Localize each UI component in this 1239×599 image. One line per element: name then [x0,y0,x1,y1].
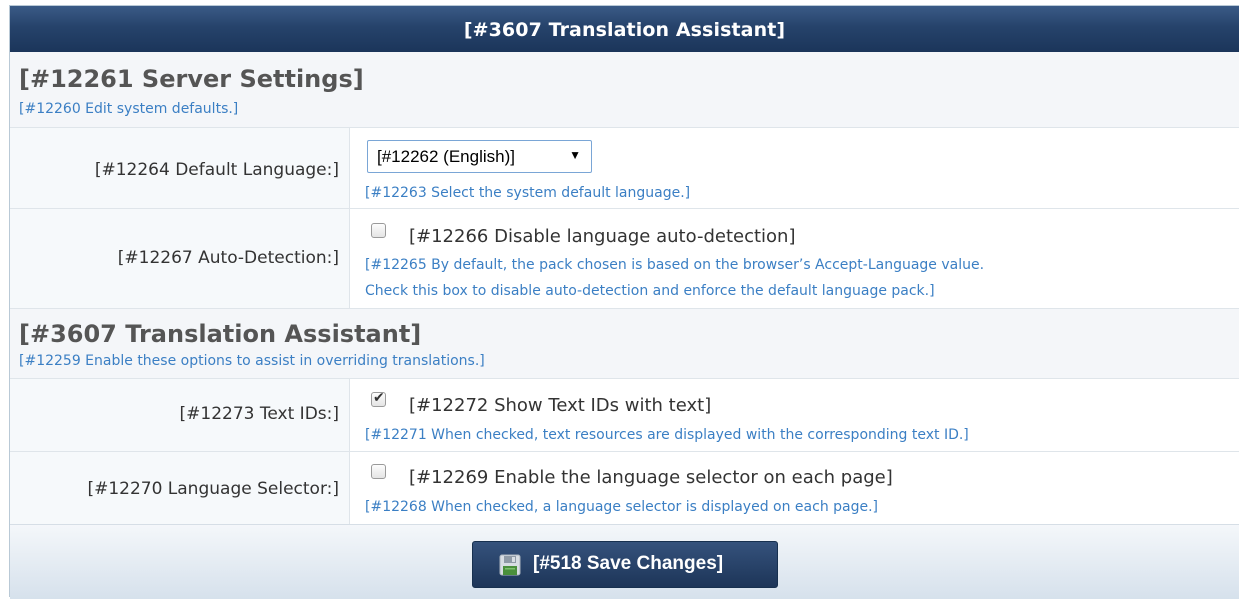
language-selector-row: [#12270 Language Selector:] [#12269 Enab… [10,451,1239,525]
translation-assistant-heading: [#3607 Translation Assistant] [19,320,422,348]
translation-assistant-panel: [#3607 Translation Assistant] [#12261 Se… [9,5,1239,599]
auto-detection-help-line2: Check this box to disable auto-detection… [365,283,935,299]
auto-detection-help-line1: [#12265 By default, the pack chosen is b… [365,257,985,273]
auto-detection-label: [#12267 Auto-Detection:] [117,248,339,268]
checkmark-icon: ✔ [373,390,385,406]
text-ids-label-cell: [#12273 Text IDs:] [10,379,350,452]
language-selector-value-cell: [#12269 Enable the language selector on … [351,452,1239,525]
default-language-label-cell: [#12264 Default Language:] [10,128,350,209]
panel-title: [#3607 Translation Assistant] [10,6,1239,52]
translation-assistant-section: [#3607 Translation Assistant] [#12259 En… [10,308,1239,379]
default-language-value-cell: [#12262 (English)] ▼ [#12263 Select the … [351,128,1239,209]
server-settings-subtitle: [#12260 Edit system defaults.] [19,101,239,117]
auto-detection-checkbox-label: [#12266 Disable language auto-detection] [409,226,796,247]
translation-assistant-subtitle: [#12259 Enable these options to assist i… [19,353,485,369]
default-language-label: [#12264 Default Language:] [94,160,339,180]
language-selector-checkbox[interactable] [371,464,386,479]
language-selector-label: [#12270 Language Selector:] [87,479,339,499]
save-changes-button[interactable]: [#518 Save Changes] [472,541,778,588]
language-selector-label-cell: [#12270 Language Selector:] [10,452,350,525]
default-language-selected: [#12262 (English)] [377,147,515,166]
text-ids-checkbox-label: [#12272 Show Text IDs with text] [409,395,712,416]
auto-detection-row: [#12267 Auto-Detection:] [#12266 Disable… [10,208,1239,309]
save-changes-label: [#518 Save Changes] [533,553,724,574]
server-settings-section: [#12261 Server Settings] [#12260 Edit sy… [10,52,1239,127]
default-language-select[interactable]: [#12262 (English)] ▼ [367,140,592,173]
text-ids-label: [#12273 Text IDs:] [179,404,339,424]
text-ids-help: [#12271 When checked, text resources are… [365,427,969,443]
text-ids-value-cell: ✔ [#12272 Show Text IDs with text] [#122… [351,379,1239,452]
server-settings-heading: [#12261 Server Settings] [19,65,364,93]
language-selector-checkbox-label: [#12269 Enable the language selector on … [409,467,893,488]
floppy-disk-icon [499,554,521,576]
auto-detection-checkbox[interactable] [371,223,386,238]
default-language-row: [#12264 Default Language:] [#12262 (Engl… [10,127,1239,209]
caret-down-icon: ▼ [569,148,581,162]
form-footer: [#518 Save Changes] [10,524,1239,599]
auto-detection-value-cell: [#12266 Disable language auto-detection]… [351,209,1239,309]
language-selector-help: [#12268 When checked, a language selecto… [365,499,879,515]
text-ids-row: [#12273 Text IDs:] ✔ [#12272 Show Text I… [10,378,1239,452]
text-ids-checkbox[interactable]: ✔ [371,390,386,407]
default-language-help: [#12263 Select the system default langua… [365,185,691,201]
auto-detection-label-cell: [#12267 Auto-Detection:] [10,209,350,309]
